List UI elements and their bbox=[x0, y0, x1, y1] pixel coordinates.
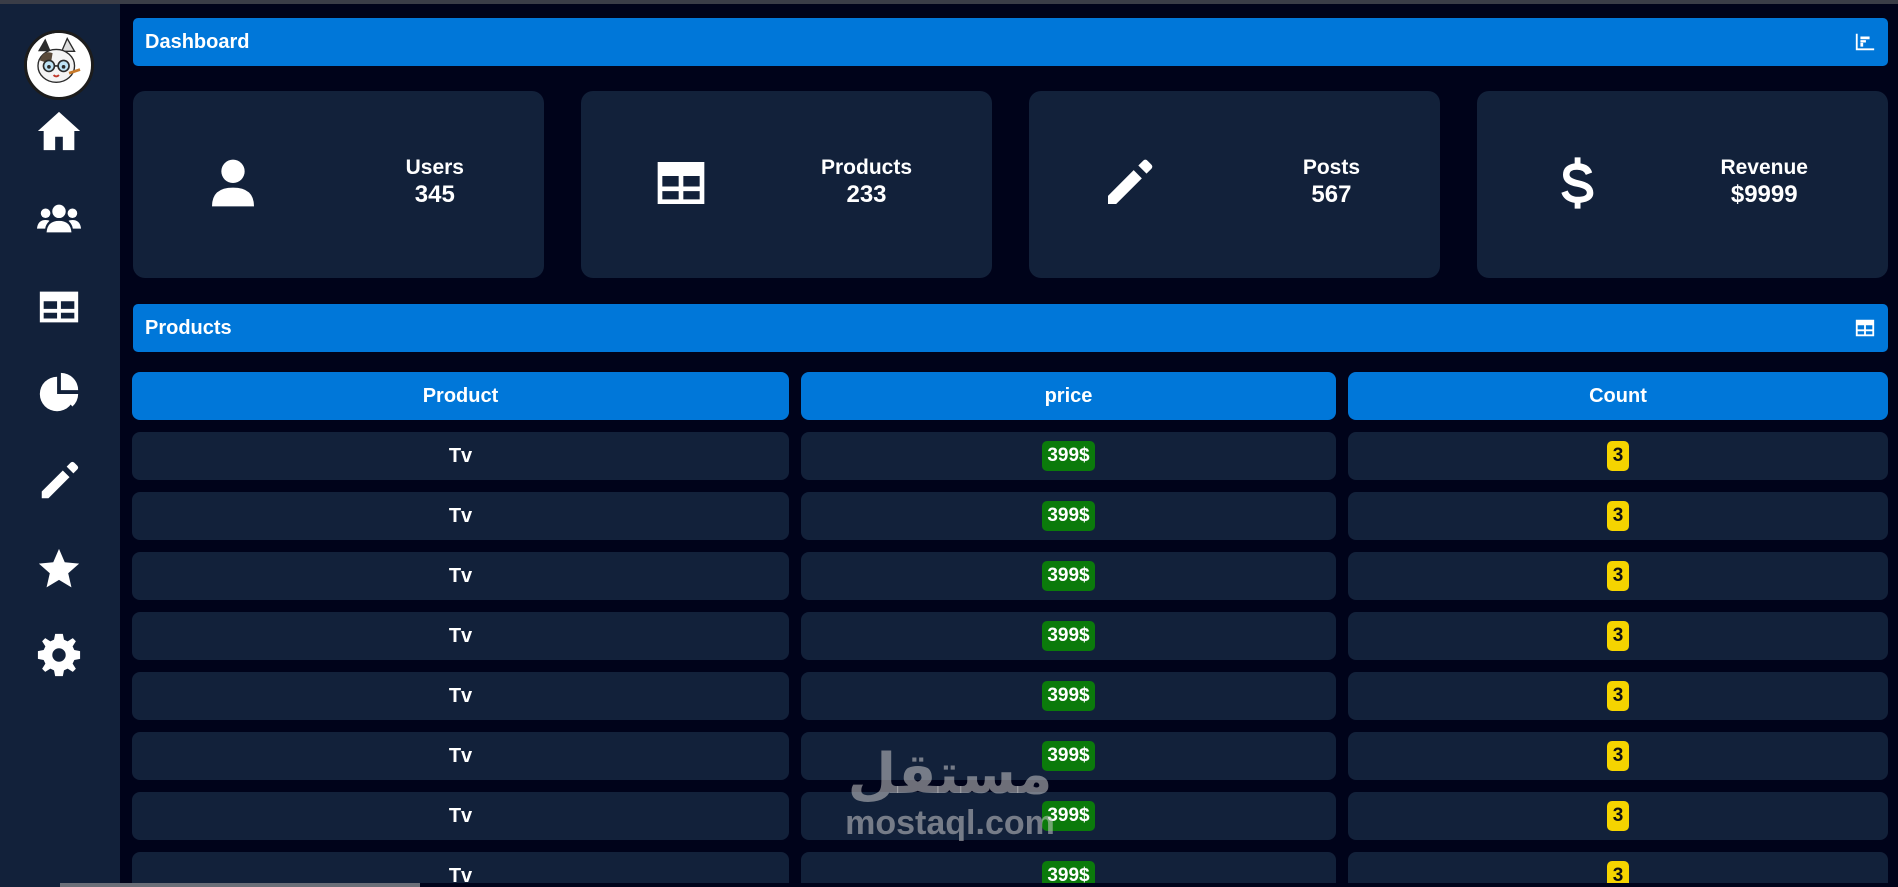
table-cell-product: Tv bbox=[132, 612, 789, 660]
sidebar bbox=[0, 4, 120, 887]
sidebar-item-table[interactable] bbox=[30, 278, 88, 336]
products-header: Products bbox=[133, 304, 1888, 352]
star-icon bbox=[38, 548, 80, 588]
section-title: Products bbox=[145, 316, 232, 339]
price-badge: 399$ bbox=[1042, 741, 1095, 771]
table-icon bbox=[39, 291, 79, 323]
stat-value: $9999 bbox=[1730, 181, 1798, 208]
table-icon[interactable] bbox=[1854, 317, 1876, 339]
count-badge: 3 bbox=[1606, 501, 1630, 531]
table-cell-product: Tv bbox=[132, 792, 789, 840]
stat-label: Users bbox=[405, 156, 464, 179]
table-cell-product: Tv bbox=[132, 732, 789, 780]
count-badge: 3 bbox=[1606, 861, 1630, 883]
dashboard-header: Dashboard bbox=[133, 18, 1888, 66]
column-count: Count 3 3 3 3 3 3 3 3 bbox=[1348, 372, 1888, 883]
avatar[interactable] bbox=[24, 30, 94, 100]
sidebar-item-home[interactable] bbox=[30, 102, 88, 160]
column-header-product[interactable]: Product bbox=[132, 372, 789, 420]
pie-chart-icon bbox=[39, 372, 79, 412]
gear-icon bbox=[37, 633, 81, 677]
sidebar-item-users[interactable] bbox=[30, 190, 88, 248]
price-badge: 399$ bbox=[1042, 621, 1095, 651]
count-badge: 3 bbox=[1606, 621, 1630, 651]
count-badge: 3 bbox=[1606, 441, 1630, 471]
price-badge: 399$ bbox=[1042, 681, 1095, 711]
avatar-cat-icon bbox=[27, 33, 86, 92]
stat-value: 233 bbox=[846, 181, 887, 208]
sidebar-item-charts[interactable] bbox=[30, 365, 88, 423]
stat-label: Products bbox=[820, 156, 912, 179]
page-title: Dashboard bbox=[145, 30, 250, 53]
price-badge: 399$ bbox=[1042, 861, 1095, 883]
sidebar-item-posts[interactable] bbox=[30, 452, 88, 510]
table-cell-product: Tv bbox=[132, 672, 789, 720]
products-table: Product Tv Tv Tv Tv Tv Tv Tv Tv price 39… bbox=[132, 372, 1888, 883]
column-header-price[interactable]: price bbox=[801, 372, 1336, 420]
pencil-icon bbox=[41, 461, 79, 499]
column-product: Product Tv Tv Tv Tv Tv Tv Tv Tv bbox=[132, 372, 789, 883]
count-badge: 3 bbox=[1606, 801, 1630, 831]
sidebar-item-settings[interactable] bbox=[30, 626, 88, 684]
stat-value: 567 bbox=[1311, 181, 1352, 208]
table-cell-product: Tv bbox=[132, 492, 789, 540]
count-badge: 3 bbox=[1606, 681, 1630, 711]
price-badge: 399$ bbox=[1042, 801, 1095, 831]
table-cell-product: Tv bbox=[132, 432, 789, 480]
price-badge: 399$ bbox=[1042, 441, 1095, 471]
user-icon bbox=[212, 159, 254, 207]
price-badge: 399$ bbox=[1042, 561, 1095, 591]
stat-card-revenue[interactable]: Revenue $9999 bbox=[1477, 91, 1888, 278]
stat-card-posts[interactable]: Posts 567 bbox=[1029, 91, 1440, 278]
dollar-icon bbox=[1561, 157, 1594, 209]
count-badge: 3 bbox=[1606, 741, 1630, 771]
table-cell-product: Tv bbox=[132, 552, 789, 600]
price-badge: 399$ bbox=[1042, 501, 1095, 531]
bar-chart-icon[interactable] bbox=[1854, 31, 1876, 53]
sidebar-item-favorites[interactable] bbox=[30, 540, 88, 598]
column-price: price 399$ 399$ 399$ 399$ 399$ 399$ 399$… bbox=[801, 372, 1336, 883]
column-header-count[interactable]: Count bbox=[1348, 372, 1888, 420]
stat-label: Posts bbox=[1302, 156, 1360, 179]
horizontal-scrollbar[interactable] bbox=[60, 883, 420, 887]
table-cell-product: Tv bbox=[132, 852, 789, 883]
stat-card-products[interactable]: Products 233 bbox=[581, 91, 992, 278]
stat-label: Revenue bbox=[1720, 156, 1808, 179]
pencil-icon bbox=[1108, 159, 1153, 204]
stat-card-users[interactable]: Users 345 bbox=[133, 91, 544, 278]
users-icon bbox=[36, 204, 82, 233]
stat-value: 345 bbox=[414, 181, 455, 208]
table-icon bbox=[657, 162, 705, 204]
count-badge: 3 bbox=[1606, 561, 1630, 591]
home-icon bbox=[37, 111, 81, 151]
